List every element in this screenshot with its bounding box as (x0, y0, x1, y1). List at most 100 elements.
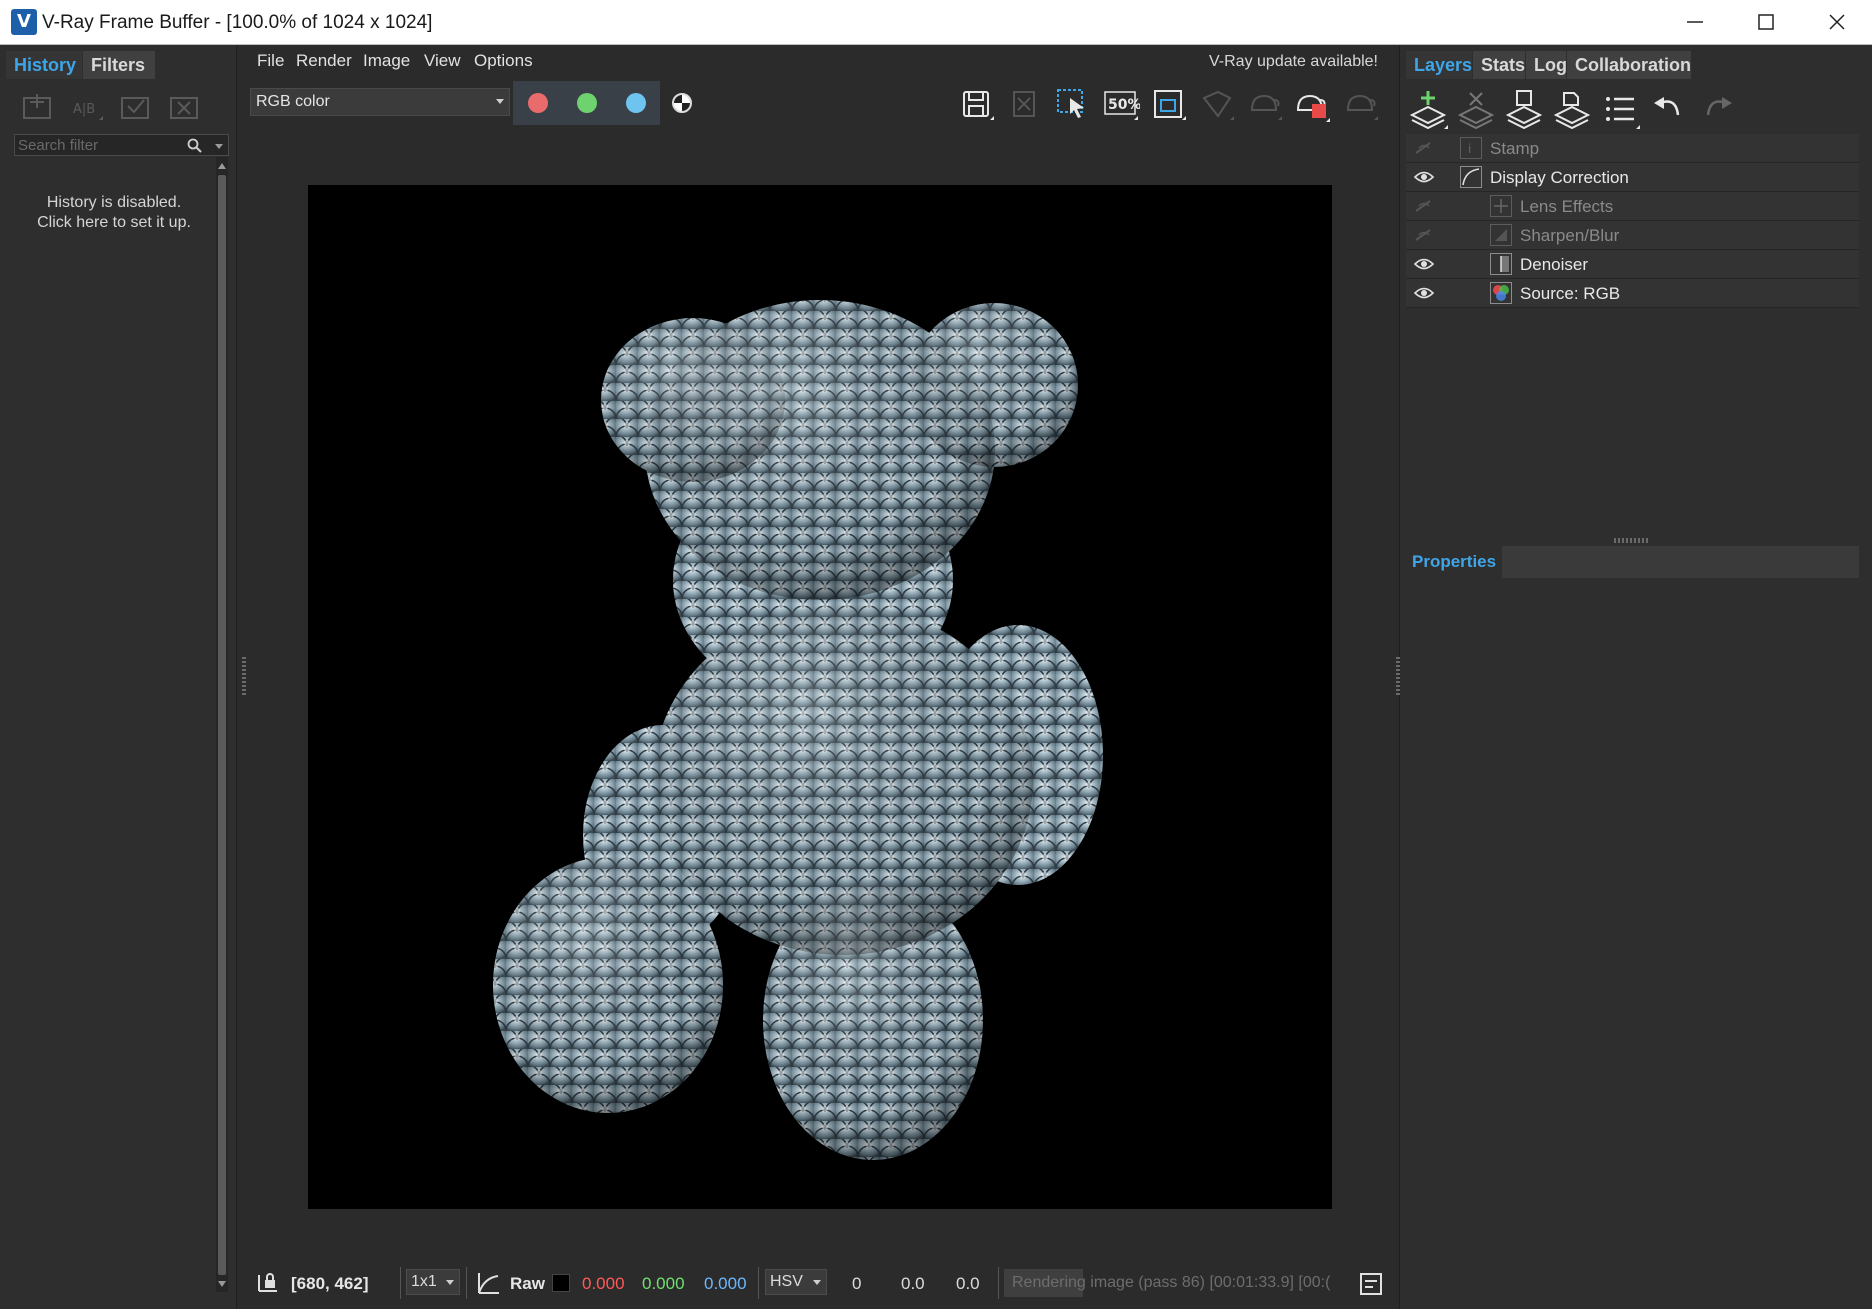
layer-label: Stamp (1490, 139, 1540, 158)
region-render-icon[interactable] (1052, 84, 1092, 124)
color-channel-toggles (513, 81, 660, 125)
clear-image-icon[interactable] (1004, 84, 1044, 124)
zoom-50-icon[interactable]: 50% (1100, 84, 1142, 124)
scroll-up-icon[interactable] (216, 159, 228, 173)
load-layer-tree-icon[interactable] (1552, 87, 1594, 131)
menu-file[interactable]: File (257, 51, 284, 71)
save-image-icon[interactable] (956, 84, 996, 124)
search-icon[interactable] (187, 138, 203, 154)
layer-row-source-rgb[interactable]: Source: RGB (1406, 279, 1859, 308)
minimize-button[interactable] (1660, 0, 1730, 45)
green-channel-toggle[interactable] (577, 93, 597, 113)
history-load-icon[interactable] (118, 90, 152, 124)
tab-stats[interactable]: Stats (1473, 51, 1525, 79)
history-scrollbar[interactable] (216, 157, 228, 1292)
raw-label: Raw (510, 1274, 545, 1293)
history-delete-icon[interactable] (167, 90, 201, 124)
layer-visibility-eye-icon[interactable] (1414, 257, 1434, 271)
stamp-icon: i (1460, 137, 1482, 159)
history-disabled-line: History is disabled. (46, 194, 182, 211)
lock-coordinates-icon[interactable] (256, 1271, 280, 1295)
render-last-icon[interactable] (1244, 84, 1284, 124)
sample-size-select[interactable]: 1x1 (406, 1269, 460, 1295)
layer-presets-list-icon[interactable] (1600, 87, 1642, 131)
status-bar: [680, 462] 1x1 Raw 0.000 0.000 0.000 HSV… (238, 1265, 1398, 1301)
redo-icon[interactable] (1696, 87, 1738, 131)
maximize-icon (1758, 14, 1774, 30)
tab-history[interactable]: History (6, 51, 82, 79)
color-picker-curve-icon[interactable] (476, 1270, 502, 1296)
layer-row-denoiser[interactable]: Denoiser (1406, 250, 1859, 279)
chevron-down-icon (813, 1280, 821, 1285)
status-separator (466, 1267, 467, 1299)
blue-value: 0.000 (704, 1274, 747, 1293)
layer-row-display-correction[interactable]: Display Correction (1406, 163, 1859, 192)
channel-select-value: RGB color (256, 93, 330, 110)
status-separator (998, 1267, 999, 1299)
tab-collaboration[interactable]: Collaboration (1567, 51, 1691, 79)
show-log-icon[interactable] (1358, 1271, 1384, 1297)
layer-row-lens-effects[interactable]: Lens Effects (1406, 192, 1859, 221)
stop-render-icon[interactable] (1292, 84, 1332, 124)
red-channel-toggle[interactable] (528, 93, 548, 113)
history-ab-compare-icon[interactable]: A|B (69, 90, 103, 124)
track-mouse-icon[interactable] (1196, 84, 1236, 124)
color-space-select[interactable]: HSV (765, 1269, 827, 1295)
source-rgb-icon (1490, 282, 1512, 304)
title-bar: V V-Ray Frame Buffer - [100.0% of 1024 x… (0, 0, 1872, 45)
layer-visibility-eye-icon[interactable] (1414, 170, 1434, 184)
layer-visibility-off-icon[interactable] (1414, 228, 1434, 242)
render-canvas[interactable] (308, 185, 1332, 1209)
left-panel-splitter[interactable] (242, 657, 246, 697)
layer-visibility-off-icon[interactable] (1414, 199, 1434, 213)
history-disabled-message[interactable]: History is disabled. Click here to set i… (14, 193, 214, 233)
menu-view[interactable]: View (424, 51, 461, 71)
fit-to-window-icon[interactable] (1148, 84, 1188, 124)
delete-layer-icon[interactable] (1456, 87, 1498, 131)
tab-filters[interactable]: Filters (83, 51, 155, 79)
maximize-button[interactable] (1731, 0, 1801, 45)
tab-layers[interactable]: Layers (1406, 51, 1472, 79)
properties-header: Properties (1406, 546, 1859, 578)
alpha-channel-toggle[interactable] (672, 93, 692, 113)
status-separator (400, 1267, 401, 1299)
search-options-chevron-down-icon[interactable] (214, 142, 224, 152)
history-scroll-thumb[interactable] (218, 175, 226, 1275)
blue-channel-toggle[interactable] (626, 93, 646, 113)
layer-row-stamp[interactable]: i Stamp (1406, 134, 1859, 163)
menu-image[interactable]: Image (363, 51, 410, 71)
svg-text:i: i (1468, 142, 1471, 156)
layer-label: Display Correction (1490, 168, 1629, 187)
render-progress: Rendering image (pass 86) [00:01:33.9] [… (1004, 1269, 1346, 1297)
close-button[interactable] (1802, 0, 1872, 45)
search-input[interactable] (18, 136, 183, 154)
update-notice[interactable]: V-Ray update available! (1209, 53, 1378, 71)
tab-log[interactable]: Log (1526, 51, 1567, 79)
red-value: 0.000 (582, 1274, 625, 1293)
layer-visibility-off-icon[interactable] (1414, 141, 1434, 155)
history-save-icon[interactable] (20, 90, 54, 124)
add-layer-icon[interactable] (1408, 87, 1450, 131)
saturation-value: 0.0 (901, 1274, 925, 1293)
undo-icon[interactable] (1648, 87, 1690, 131)
lens-effects-icon (1490, 195, 1512, 217)
scroll-down-icon[interactable] (216, 1277, 228, 1291)
value-value: 0.0 (956, 1274, 980, 1293)
close-icon (1829, 14, 1845, 30)
history-setup-link[interactable]: Click here to set it up. (14, 213, 214, 233)
vray-logo-icon: V (11, 9, 37, 35)
layer-visibility-eye-icon[interactable] (1414, 286, 1434, 300)
save-layer-tree-icon[interactable] (1504, 87, 1546, 131)
menu-render[interactable]: Render (296, 51, 352, 71)
layers-panel: Layers Stats Log Collaboration i Stamp D… (1396, 45, 1872, 1309)
search-filter (14, 134, 229, 156)
svg-text:A|B: A|B (73, 102, 95, 117)
right-panel-splitter[interactable] (1396, 657, 1400, 697)
layer-row-sharpen-blur[interactable]: Sharpen/Blur (1406, 221, 1859, 250)
menu-options[interactable]: Options (474, 51, 533, 71)
channel-select[interactable]: RGB color (250, 88, 510, 116)
layers-properties-splitter[interactable] (1614, 538, 1650, 543)
properties-title: Properties (1406, 546, 1502, 578)
start-interactive-icon[interactable] (1340, 84, 1380, 124)
chevron-down-icon (496, 99, 504, 104)
